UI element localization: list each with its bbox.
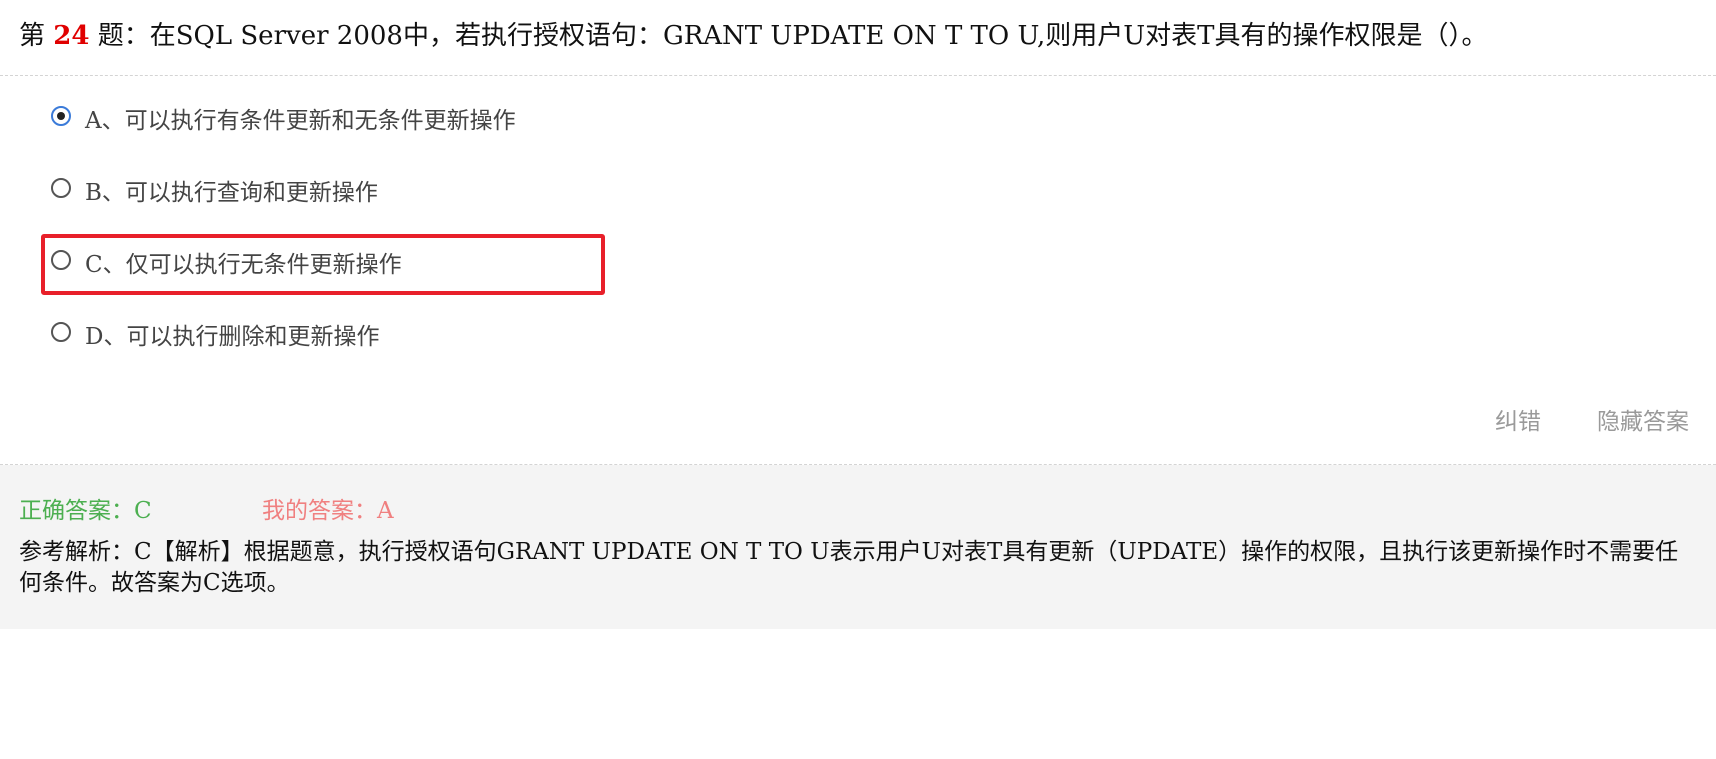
option-d-label: D、可以执行删除和更新操作 <box>85 324 380 350</box>
divider-top <box>0 75 1716 76</box>
radio-unselected-icon[interactable] <box>51 178 71 198</box>
option-a-label: A、可以执行有条件更新和无条件更新操作 <box>85 108 516 134</box>
exam-page: 第 24 题：在SQL Server 2008中，若执行授权语句：GRANT U… <box>0 0 1716 759</box>
question-title: 第 24 题：在SQL Server 2008中，若执行授权语句：GRANT U… <box>19 16 1488 56</box>
answer-panel: 正确答案：C 我的答案：A 参考解析：C【解析】根据题意，执行授权语句GRANT… <box>0 465 1716 629</box>
radio-unselected-icon[interactable] <box>51 322 71 342</box>
hide-answer-link[interactable]: 隐藏答案 <box>1597 402 1689 436</box>
option-b-label: B、可以执行查询和更新操作 <box>85 180 378 206</box>
correct-option-highlight <box>41 234 605 295</box>
question-text: 题：在SQL Server 2008中，若执行授权语句：GRANT UPDATE… <box>89 21 1488 51</box>
option-d[interactable]: D、可以执行删除和更新操作 <box>51 316 379 352</box>
question-prefix: 第 <box>19 21 54 51</box>
radio-selected-icon[interactable] <box>51 106 71 126</box>
question-actions: 纠错 隐藏答案 <box>1495 402 1689 436</box>
correct-answer: 正确答案：C <box>19 498 152 524</box>
question-number: 24 <box>53 21 90 51</box>
report-error-link[interactable]: 纠错 <box>1495 402 1541 436</box>
option-a[interactable]: A、可以执行有条件更新和无条件更新操作 <box>51 100 516 136</box>
answer-row: 正确答案：C 我的答案：A <box>19 491 394 525</box>
answer-analysis: 参考解析：C【解析】根据题意，执行授权语句GRANT UPDATE ON T T… <box>19 539 1679 596</box>
my-answer: 我的答案：A <box>262 498 394 524</box>
option-b[interactable]: B、可以执行查询和更新操作 <box>51 172 378 208</box>
